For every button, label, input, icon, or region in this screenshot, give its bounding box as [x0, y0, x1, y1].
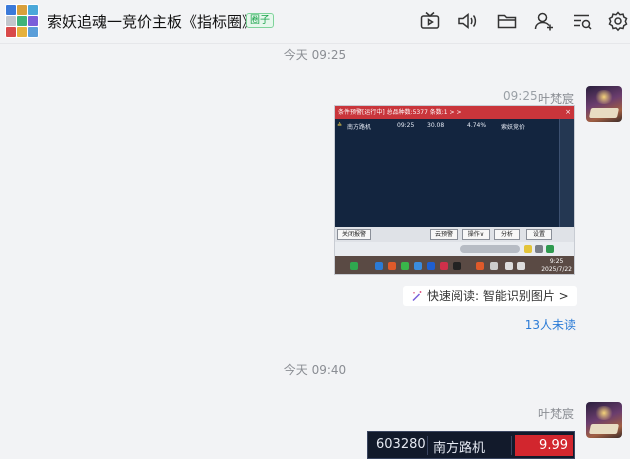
- tray-icon: [490, 262, 498, 270]
- alert-stock-name: 南方路机: [347, 124, 372, 131]
- sender-avatar[interactable]: [586, 402, 622, 438]
- stock-card-message[interactable]: 603280 南方路机 9.99: [367, 431, 575, 459]
- alert-tag: 索妖竞价: [501, 124, 526, 131]
- tray-icon: [546, 245, 554, 253]
- quick-read-pill[interactable]: 快速阅读: 智能识别图片 >: [403, 286, 577, 306]
- chat-title: 索妖追魂一竞价主板《指标圈》: [47, 13, 258, 31]
- taskbar-search: [460, 245, 520, 253]
- emoji-icon: [524, 245, 532, 253]
- alert-list: ≙ 南方路机 09:25 30.08 4.74% 索妖竞价: [335, 119, 559, 227]
- group-avatar[interactable]: [5, 4, 39, 38]
- stock-price: 9.99: [515, 435, 573, 456]
- divider: [427, 436, 428, 455]
- sender-name[interactable]: 叶梵宸: [538, 405, 574, 422]
- alert-window-titlebar: 条件预警[运行中] 总品种数:5377 条数:1 > >: [335, 106, 574, 119]
- time-separator: 今天 09:25: [283, 48, 347, 62]
- wechat-icon: [401, 262, 409, 270]
- group-badge: 圈子: [246, 13, 274, 28]
- stock-code: 603280: [376, 437, 426, 452]
- search-list-icon[interactable]: [571, 10, 593, 32]
- magic-wand-icon: [412, 291, 422, 302]
- app-icon: [453, 262, 461, 270]
- add-user-icon[interactable]: [533, 10, 555, 32]
- app-icon: [440, 262, 448, 270]
- app-icon: [388, 262, 396, 270]
- alert-time: 09:25: [397, 122, 415, 129]
- app-icon: [414, 262, 422, 270]
- alert-pct: 4.74%: [467, 122, 487, 129]
- tray-icon: [535, 245, 543, 253]
- app-icon: [427, 262, 435, 270]
- speaker-icon[interactable]: [456, 10, 478, 32]
- analyze-button: 分析: [494, 229, 520, 240]
- clock-date: 2025/7/22: [541, 266, 572, 273]
- tray-icon: [476, 262, 484, 270]
- chat-header: 索妖追魂一竞价主板《指标圈》 圈子: [0, 0, 630, 44]
- stock-name: 南方路机: [433, 441, 486, 456]
- operate-button: 操作∨: [462, 229, 490, 240]
- divider: [511, 436, 512, 455]
- app-icon: [375, 262, 383, 270]
- volume-icon: [517, 262, 525, 270]
- folder-icon[interactable]: [496, 10, 518, 32]
- taskbar: 9:25 2025/7/22: [335, 256, 574, 274]
- time-separator: 今天 09:40: [283, 363, 347, 377]
- clock-time: 9:25: [549, 258, 564, 265]
- tray-strip: [335, 242, 574, 256]
- settings-button: 设置: [526, 229, 552, 240]
- alert-row-icon: ≙: [337, 122, 343, 129]
- message-time: 09:25: [503, 89, 538, 103]
- taskbar-clock: 9:25 2025/7/22: [541, 258, 572, 274]
- sender-avatar[interactable]: [586, 86, 622, 122]
- alert-scrollbar: [559, 119, 574, 227]
- close-alert-button: 关闭报警: [337, 229, 371, 240]
- tv-icon[interactable]: [419, 10, 441, 32]
- alert-button-bar: 关闭报警 云预警 操作∨ 分析 设置: [335, 227, 574, 242]
- app-icon: [350, 262, 358, 270]
- alert-price: 30.08: [427, 122, 445, 129]
- cloud-alert-button: 云预警: [430, 229, 458, 240]
- quick-read-label: 快速阅读: 智能识别图片 >: [427, 289, 569, 303]
- alert-row: ≙ 南方路机 09:25 30.08 4.74% 索妖竞价: [337, 122, 557, 131]
- wifi-icon: [505, 262, 513, 270]
- unread-count[interactable]: 13人未读: [525, 316, 576, 333]
- screenshot-image-message[interactable]: 条件预警[运行中] 总品种数:5377 条数:1 > > × ≙ 南方路机 09…: [334, 105, 575, 275]
- settings-icon[interactable]: [607, 10, 629, 32]
- close-icon: ×: [565, 108, 571, 116]
